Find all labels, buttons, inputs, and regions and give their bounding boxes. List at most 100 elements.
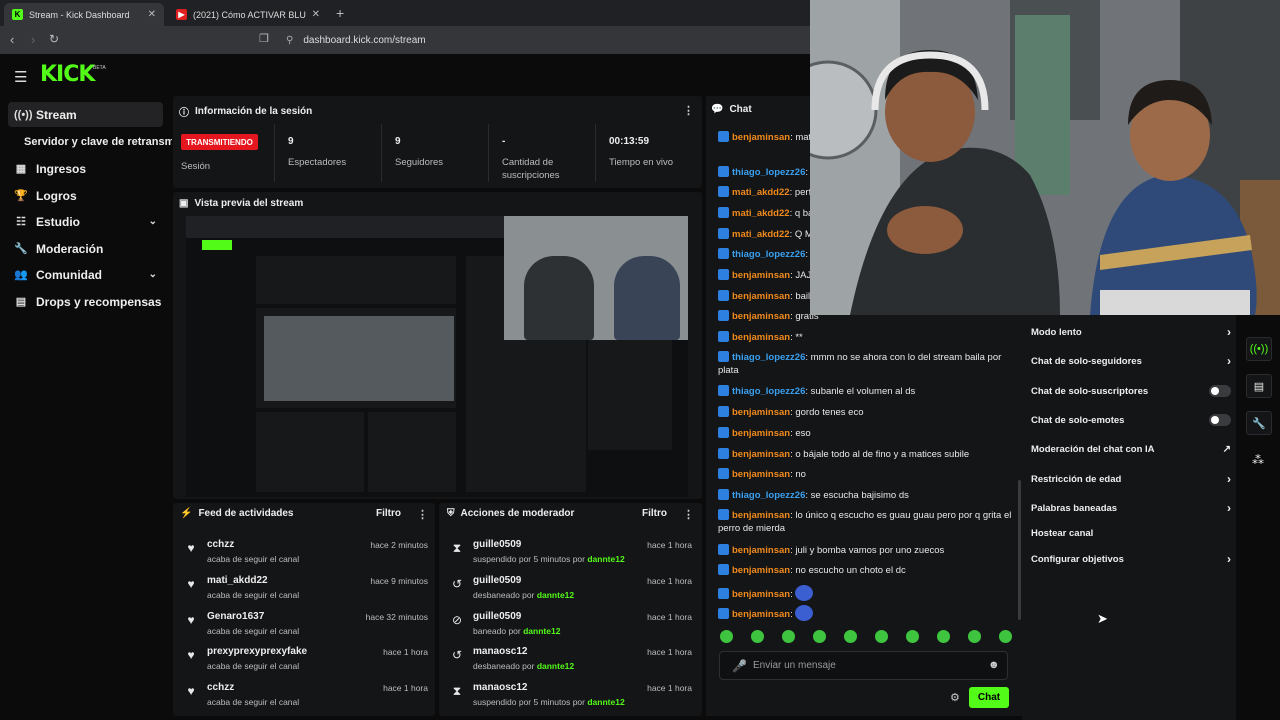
sidebar-item-ingresos[interactable]: ▦ Ingresos bbox=[8, 156, 163, 181]
chat-message[interactable]: benjaminsan: bbox=[718, 605, 1014, 621]
sidebar-item-stream-key[interactable]: Servidor y clave de retransmisión bbox=[24, 136, 172, 148]
activity-filter-button[interactable]: Filtro bbox=[376, 508, 401, 519]
moderator-name[interactable]: dannte12 bbox=[537, 590, 574, 600]
toggle-switch[interactable] bbox=[1209, 414, 1231, 426]
chat-username[interactable]: benjaminsan bbox=[732, 589, 790, 600]
chat-message[interactable]: thiago_lopezz26: mmm no se ahora con lo … bbox=[718, 351, 1014, 377]
mod-target-username[interactable]: guille0509 bbox=[473, 611, 521, 622]
wrench-icon[interactable]: 🔧 bbox=[1246, 411, 1272, 435]
mod-action-row[interactable]: ⧗ manaosc12 suspendido por 5 minutos por d… bbox=[450, 682, 692, 716]
chat-message[interactable]: thiago_lopezz26: subanle el volumen al d… bbox=[718, 385, 1014, 398]
browser-tab[interactable]: ▶ (2021) Cómo ACTIVAR BLUETOOTH e ✕ bbox=[168, 3, 328, 26]
chat-scrollbar[interactable] bbox=[1018, 480, 1021, 620]
chat-username[interactable]: benjaminsan bbox=[732, 469, 790, 480]
chat-setting-item[interactable]: Moderación del chat con IA ↗ bbox=[1031, 442, 1231, 456]
chat-username[interactable]: mati_akdd22 bbox=[732, 229, 790, 240]
moderator-name[interactable]: dannte12 bbox=[523, 626, 560, 636]
chat-message[interactable]: benjaminsan: gordo tenes eco bbox=[718, 406, 1014, 419]
chat-username[interactable]: benjaminsan bbox=[732, 332, 790, 343]
chat-username[interactable]: mati_akdd22 bbox=[732, 208, 790, 219]
chat-username[interactable]: benjaminsan bbox=[732, 270, 790, 281]
emote-icon[interactable] bbox=[937, 630, 950, 643]
kebab-menu-icon[interactable]: ⋮ bbox=[417, 508, 428, 521]
mod-target-username[interactable]: guille0509 bbox=[473, 575, 521, 586]
emote-icon[interactable] bbox=[720, 630, 733, 643]
chat-username[interactable]: benjaminsan bbox=[732, 132, 790, 143]
chat-message[interactable]: benjaminsan: no escucho un choto el dc bbox=[718, 564, 1014, 577]
forward-icon[interactable]: › bbox=[31, 32, 35, 47]
sidebar-item-logros[interactable]: 🏆 Logros bbox=[8, 183, 163, 208]
emote-icon[interactable] bbox=[906, 630, 919, 643]
sidebar-item-estudio[interactable]: ☷ Estudio ⌄ bbox=[8, 209, 163, 234]
menu-icon[interactable]: ☰ bbox=[14, 68, 27, 86]
feed-username[interactable]: Genaro1637 bbox=[207, 611, 264, 622]
broadcast-icon[interactable]: ((•)) bbox=[1246, 337, 1272, 361]
send-chat-button[interactable]: Chat bbox=[969, 687, 1009, 708]
feed-username[interactable]: mati_akdd22 bbox=[207, 575, 268, 586]
sidebar-item-moderacion[interactable]: 🔧 Moderación bbox=[8, 236, 163, 261]
chat-setting-item[interactable]: Chat de solo-suscriptores bbox=[1031, 384, 1231, 398]
chat-username[interactable]: thiago_lopezz26 bbox=[732, 167, 805, 178]
chat-username[interactable]: benjaminsan bbox=[732, 609, 790, 620]
feed-username[interactable]: cchzz bbox=[207, 682, 234, 693]
microphone-icon[interactable]: 🎤 bbox=[732, 659, 747, 673]
close-tab-icon[interactable]: ✕ bbox=[148, 9, 156, 20]
chat-message[interactable]: thiago_lopezz26: se escucha bajisimo ds bbox=[718, 489, 1014, 502]
moderator-name[interactable]: dannte12 bbox=[537, 661, 574, 671]
chat-username[interactable]: benjaminsan bbox=[732, 407, 790, 418]
chat-username[interactable]: mati_akdd22 bbox=[732, 187, 790, 198]
emoji-icon[interactable]: ☻ bbox=[988, 659, 1000, 671]
toggle-switch[interactable] bbox=[1209, 385, 1231, 397]
chat-username[interactable]: benjaminsan bbox=[732, 311, 790, 322]
mod-target-username[interactable]: manaosc12 bbox=[473, 646, 527, 657]
kebab-menu-icon[interactable]: ⋮ bbox=[683, 104, 694, 117]
chat-username[interactable]: thiago_lopezz26 bbox=[732, 249, 805, 260]
emote-icon[interactable] bbox=[782, 630, 795, 643]
chat-setting-item[interactable]: Configurar objetivos › bbox=[1031, 552, 1231, 566]
chat-message[interactable]: benjaminsan: eso bbox=[718, 427, 1014, 440]
moderator-name[interactable]: dannte12 bbox=[587, 697, 624, 707]
chat-setting-item[interactable]: Restricción de edad › bbox=[1031, 472, 1231, 486]
chat-username[interactable]: benjaminsan bbox=[732, 565, 790, 576]
new-tab-icon[interactable]: + bbox=[336, 5, 344, 21]
chat-username[interactable]: benjaminsan bbox=[732, 291, 790, 302]
site-info-icon[interactable]: ⚲ bbox=[286, 35, 293, 46]
apps-icon[interactable]: ⁂ bbox=[1252, 453, 1264, 467]
chat-username[interactable]: benjaminsan bbox=[732, 545, 790, 556]
chat-username[interactable]: thiago_lopezz26 bbox=[732, 386, 805, 397]
browser-tab-active[interactable]: K Stream - Kick Dashboard ✕ bbox=[4, 3, 164, 26]
kick-logo[interactable]: KICK bbox=[40, 62, 95, 87]
chat-input[interactable]: 🎤 Enviar un mensaje ☻ bbox=[719, 651, 1008, 680]
emote-icon[interactable] bbox=[751, 630, 764, 643]
emote-icon[interactable] bbox=[844, 630, 857, 643]
chat-setting-item[interactable]: Hostear canal bbox=[1031, 526, 1231, 540]
back-icon[interactable]: ‹ bbox=[10, 32, 14, 47]
mod-target-username[interactable]: manaosc12 bbox=[473, 682, 527, 693]
activity-row[interactable]: ♥ cchzz acaba de seguir el canal hace 1 hor… bbox=[184, 682, 428, 716]
emote-icon[interactable] bbox=[813, 630, 826, 643]
chat-message[interactable]: benjaminsan: lo único q escucho es guau … bbox=[718, 509, 1014, 535]
url-field[interactable]: ⚲ dashboard.kick.com/stream bbox=[286, 32, 802, 49]
activity-row[interactable]: ♥ cchzz acaba de seguir el canal hace 2 min… bbox=[184, 539, 428, 573]
mod-action-row[interactable]: ↺ manaosc12 desbaneado por dannte12 hace 1 … bbox=[450, 646, 692, 680]
mod-target-username[interactable]: guille0509 bbox=[473, 539, 521, 550]
chat-message[interactable]: benjaminsan: bbox=[718, 585, 1014, 601]
mod-action-row[interactable]: ⧗ guille0509 suspendido por 5 minutos por … bbox=[450, 539, 692, 573]
chat-username[interactable]: benjaminsan bbox=[732, 428, 790, 439]
close-tab-icon[interactable]: ✕ bbox=[312, 9, 320, 20]
chat-username[interactable]: benjaminsan bbox=[732, 510, 790, 521]
chat-message[interactable]: benjaminsan: o bájale todo al de fino y … bbox=[718, 448, 1014, 461]
kebab-menu-icon[interactable]: ⋮ bbox=[683, 508, 694, 521]
bookmark-icon[interactable]: ❐ bbox=[259, 32, 269, 45]
sidebar-item-stream[interactable]: ((•)) Stream bbox=[8, 102, 163, 127]
sidebar-item-drops[interactable]: ▤ Drops y recompensas bbox=[8, 289, 163, 314]
activity-row[interactable]: ♥ mati_akdd22 acaba de seguir el canal hace… bbox=[184, 575, 428, 609]
chat-message[interactable]: benjaminsan: ** bbox=[718, 331, 1014, 344]
chat-setting-item[interactable]: Chat de solo-emotes bbox=[1031, 413, 1231, 427]
chat-setting-item[interactable]: Modo lento › bbox=[1031, 325, 1231, 339]
emote-icon[interactable] bbox=[968, 630, 981, 643]
chat-username[interactable]: thiago_lopezz26 bbox=[732, 490, 805, 501]
feed-username[interactable]: prexyprexyprexyfake bbox=[207, 646, 307, 657]
chat-setting-item[interactable]: Chat de solo-seguidores › bbox=[1031, 354, 1231, 368]
chat-username[interactable]: benjaminsan bbox=[732, 449, 790, 460]
